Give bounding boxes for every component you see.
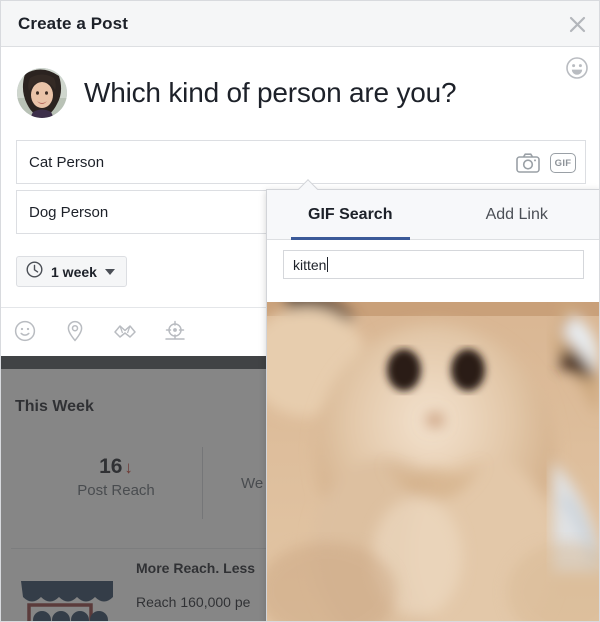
poll-option-1[interactable]: Cat Person GIF	[16, 140, 586, 184]
stat-secondary-label: We	[241, 475, 264, 492]
stat-post-reach: 16 ↓ Post Reach	[41, 455, 191, 499]
dialog-title: Create a Post	[18, 13, 128, 33]
create-post-dialog: This Week 16 ↓ Post Reach We More Reach.…	[0, 0, 600, 622]
question-row: Which kind of person are you?	[1, 48, 599, 138]
tab-gif-search[interactable]: GIF Search	[267, 190, 434, 240]
trend-down-icon: ↓	[124, 458, 133, 477]
insights-title: This Week	[15, 398, 94, 415]
location-pin-icon[interactable]	[63, 319, 87, 343]
stat-label: Post Reach	[77, 482, 155, 499]
promo-heading: More Reach. Less	[136, 560, 256, 576]
duration-label: 1 week	[51, 263, 97, 280]
close-icon[interactable]	[565, 12, 589, 36]
popover-tabs: GIF Search Add Link	[267, 190, 600, 240]
avatar	[17, 68, 67, 118]
attachment-toolbar	[13, 311, 187, 351]
question-text: Which kind of person are you?	[84, 77, 457, 108]
target-crosshair-icon[interactable]	[163, 319, 187, 343]
dialog-header: Create a Post	[1, 1, 599, 47]
gif-result-item[interactable]	[267, 302, 599, 621]
gif-search-row: kitten	[267, 240, 599, 289]
popover-arrow-icon	[297, 179, 319, 190]
storefront-illustration	[19, 579, 119, 621]
gif-icon[interactable]: GIF	[550, 153, 576, 173]
poll-duration-selector[interactable]: 1 week	[16, 256, 127, 287]
stat-divider	[202, 447, 203, 519]
handshake-icon[interactable]	[113, 319, 137, 343]
stat-value: 16	[99, 455, 123, 478]
gif-search-value: kitten	[293, 256, 327, 273]
tab-add-link[interactable]: Add Link	[434, 190, 600, 239]
option-1-actions: GIF	[515, 141, 576, 185]
clock-icon	[26, 260, 43, 283]
promo-body: Reach 160,000 pe	[136, 594, 251, 610]
poll-option-1-value: Cat Person	[29, 153, 105, 171]
chevron-down-icon	[104, 268, 115, 275]
camera-icon[interactable]	[515, 152, 541, 175]
poll-option-2-value: Dog Person	[29, 203, 109, 221]
text-cursor	[327, 257, 329, 272]
emoji-smiley-icon[interactable]	[566, 57, 588, 79]
feeling-smiley-icon[interactable]	[13, 319, 37, 343]
gif-search-popover: GIF Search Add Link kitten	[266, 189, 600, 621]
gif-search-input[interactable]: kitten	[283, 250, 584, 279]
